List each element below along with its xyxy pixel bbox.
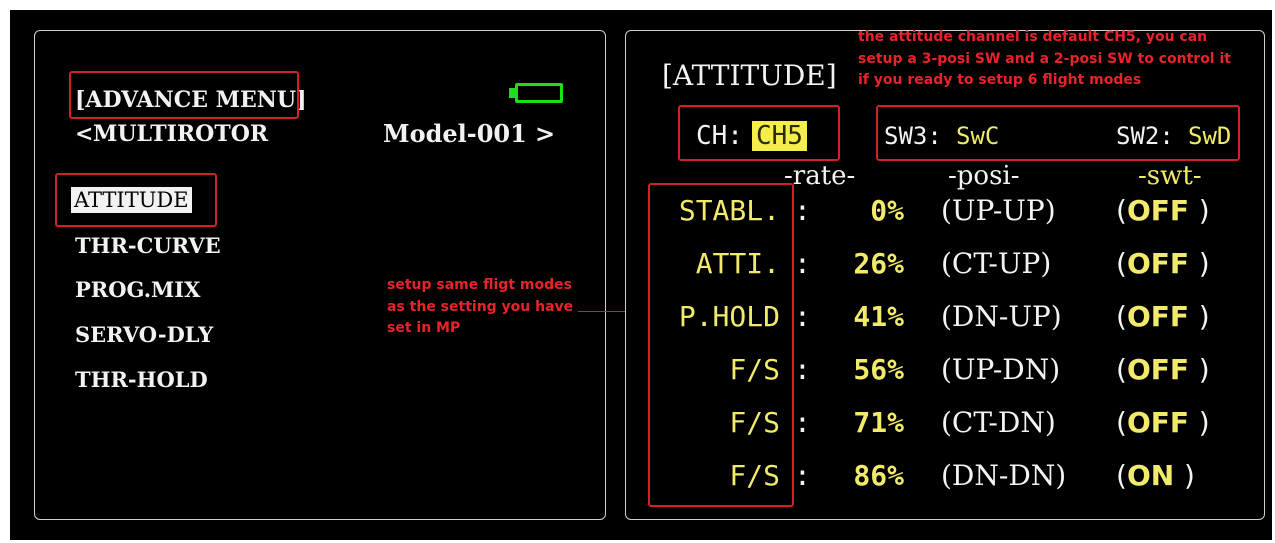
- advance-menu-screen: [ADVANCE MENU] < MULTIROTOR Model-001 > …: [34, 30, 606, 520]
- attitude-annotation-line: setup a 3-posi SW and a 2-posi SW to con…: [858, 50, 1231, 67]
- mode-position: (UP-UP): [941, 194, 1056, 227]
- mode-rate: 71%: [853, 406, 904, 439]
- channel-highlight-box: [678, 105, 840, 161]
- row-separator: :: [794, 459, 811, 492]
- modes-highlight-box: [648, 183, 794, 507]
- menu-item-thr-hold[interactable]: THR-HOLD: [75, 367, 208, 392]
- mode-position: (DN-DN): [941, 459, 1067, 492]
- mode-rate: 26%: [853, 247, 904, 280]
- category-label: MULTIROTOR: [93, 121, 269, 147]
- title-highlight-box: [69, 71, 299, 119]
- mode-rate: 0%: [870, 194, 904, 227]
- row-separator: :: [794, 194, 811, 227]
- next-arrow-icon[interactable]: >: [535, 119, 555, 148]
- attitude-annotation: the attitude channel is default CH5, you…: [858, 27, 1231, 92]
- mode-position: (CT-DN): [941, 406, 1056, 439]
- battery-terminal-icon: [509, 88, 515, 98]
- modes-annotation-line: setup same fligt modes: [387, 277, 572, 293]
- menu-item-prog-mix[interactable]: PROG.MIX: [75, 277, 200, 302]
- row-separator: :: [794, 247, 811, 280]
- row-separator: :: [794, 300, 811, 333]
- posi-column-header: -posi-: [948, 161, 1020, 191]
- modes-annotation: setup same fligt modes as the setting yo…: [387, 275, 573, 340]
- mode-rate: 41%: [853, 300, 904, 333]
- attitude-highlight-box: [55, 173, 217, 227]
- modes-annotation-line: as the setting you have: [387, 298, 574, 315]
- attitude-screen: [ATTITUDE] the attitude channel is defau…: [625, 27, 1265, 520]
- row-separator: :: [794, 406, 811, 439]
- mode-position: (UP-DN): [941, 353, 1061, 386]
- attitude-annotation-line: the attitude channel is default CH5, you…: [858, 29, 1208, 45]
- attitude-annotation-line: if you ready to setup 6 flight modes: [858, 72, 1142, 89]
- mode-switch-state: (OFF ): [1116, 300, 1210, 333]
- model-name: Model-001: [383, 119, 527, 148]
- menu-item-thr-curve[interactable]: THR-CURVE: [75, 233, 221, 258]
- mode-switch-state: (OFF ): [1116, 247, 1210, 280]
- battery-icon: [515, 83, 563, 103]
- mode-switch-state: (ON ): [1116, 459, 1195, 492]
- mode-rate: 56%: [853, 353, 904, 386]
- row-separator: :: [794, 353, 811, 386]
- attitude-title: [ATTITUDE]: [662, 59, 837, 92]
- prev-arrow-icon[interactable]: <: [75, 121, 93, 147]
- switch-highlight-box: [876, 105, 1240, 161]
- rate-column-header: -rate-: [784, 161, 856, 191]
- swt-column-header: -swt-: [1138, 161, 1202, 191]
- mode-position: (CT-UP): [941, 247, 1052, 280]
- mode-switch-state: (OFF ): [1116, 194, 1210, 227]
- mode-rate: 86%: [853, 459, 904, 492]
- screenshot-canvas: [ADVANCE MENU] < MULTIROTOR Model-001 > …: [10, 10, 1272, 540]
- modes-annotation-line: set in MP: [387, 320, 461, 337]
- menu-item-servo-dly[interactable]: SERVO-DLY: [75, 322, 213, 347]
- mode-position: (DN-UP): [941, 300, 1062, 333]
- mode-switch-state: (OFF ): [1116, 353, 1210, 386]
- mode-switch-state: (OFF ): [1116, 406, 1210, 439]
